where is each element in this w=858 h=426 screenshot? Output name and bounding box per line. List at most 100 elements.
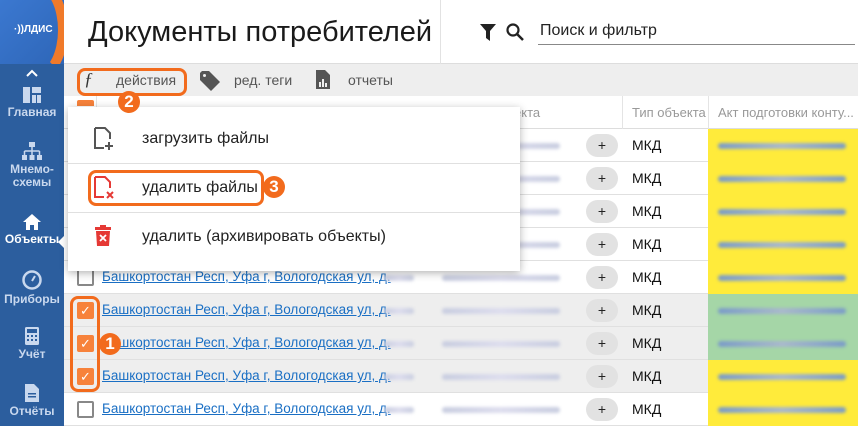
add-button[interactable]: +	[586, 365, 618, 388]
blurred-text	[442, 341, 560, 347]
row-checkbox[interactable]	[77, 269, 94, 286]
object-type: МКД	[632, 236, 662, 252]
add-button[interactable]: +	[586, 299, 618, 322]
act-cell	[708, 129, 858, 162]
blurred-link[interactable]	[718, 374, 846, 380]
menu-item-upload-files[interactable]: загрузить файлы	[68, 115, 520, 164]
object-type: МКД	[632, 335, 662, 351]
page-title: Документы потребителей	[88, 16, 433, 48]
menu-item-label: удалить (архивировать объекты)	[142, 228, 386, 245]
sidebar-item-label: Объекты	[4, 232, 60, 246]
header: Документы потребителей Поиск и фильтр	[64, 0, 858, 64]
blurred-text	[442, 374, 560, 380]
act-cell	[708, 327, 858, 360]
object-type: МКД	[632, 137, 662, 153]
blurred-link[interactable]	[718, 407, 846, 413]
document-icon	[25, 384, 39, 402]
address-link[interactable]: Башкортостан Респ, Уфа г, Вологодская ул…	[102, 401, 391, 416]
blurred-text	[442, 407, 560, 413]
add-button[interactable]: +	[586, 167, 618, 190]
address-link[interactable]: Башкортостан Респ, Уфа г, Вологодская ул…	[102, 335, 391, 350]
logo[interactable]: ·))ЛДИС	[0, 0, 64, 64]
table-row: Башкортостан Респ, Уфа г, Вологодская ул…	[64, 393, 858, 426]
sidebar-item-label: Учёт	[18, 347, 46, 361]
object-type: МКД	[632, 170, 662, 186]
row-checkbox[interactable]	[77, 401, 94, 418]
gauge-icon	[22, 270, 42, 290]
search-input[interactable]: Поиск и фильтр	[540, 22, 657, 40]
search-icon[interactable]	[506, 23, 524, 41]
address-link[interactable]: Башкортостан Респ, Уфа г, Вологодская ул…	[102, 302, 391, 317]
act-cell	[708, 360, 858, 393]
object-type: МКД	[632, 269, 662, 285]
callout-badge-2: 2	[118, 91, 140, 113]
object-type: МКД	[632, 302, 662, 318]
add-button[interactable]: +	[586, 134, 618, 157]
act-cell	[708, 228, 858, 261]
blurred-text	[384, 407, 414, 413]
sidebar-item-home[interactable]: Главная	[0, 87, 64, 119]
sidebar: ·))ЛДИС Главная Мнемо-схемы Объекты Приб…	[0, 0, 65, 426]
menu-item-label: загрузить файлы	[142, 130, 270, 147]
reports-button[interactable]: отчеты	[348, 72, 393, 88]
home-icon	[23, 214, 41, 230]
trash-icon	[95, 225, 111, 246]
blurred-link[interactable]	[718, 308, 846, 314]
add-button[interactable]: +	[586, 332, 618, 355]
divider	[440, 0, 441, 64]
sidebar-item-reports[interactable]: Отчёты	[0, 384, 64, 418]
sitemap-icon	[22, 142, 42, 160]
sidebar-item-label: Главная	[7, 105, 57, 119]
blurred-text	[442, 275, 560, 281]
blurred-link[interactable]	[718, 341, 846, 347]
act-cell	[708, 261, 858, 294]
blurred-link[interactable]	[718, 275, 846, 281]
sidebar-collapse-chevron-up-icon[interactable]	[0, 68, 64, 81]
menu-item-archive-objects[interactable]: удалить (архивировать объекты)	[68, 213, 520, 262]
blurred-link[interactable]	[718, 242, 846, 248]
act-cell	[708, 294, 858, 327]
search-underline	[538, 44, 855, 45]
add-button[interactable]: +	[586, 266, 618, 289]
filter-icon[interactable]	[480, 24, 496, 41]
calculator-icon	[25, 327, 39, 345]
object-type: МКД	[632, 368, 662, 384]
blurred-link[interactable]	[718, 209, 846, 215]
add-button[interactable]: +	[586, 200, 618, 223]
tag-icon[interactable]	[200, 71, 220, 91]
add-button[interactable]: +	[586, 398, 618, 421]
blurred-text	[384, 275, 414, 281]
column-header-act[interactable]: Акт подготовки конту...	[718, 105, 854, 120]
sidebar-item-accounting[interactable]: Учёт	[0, 327, 64, 361]
address-link[interactable]: Башкортостан Респ, Уфа г, Вологодская ул…	[102, 269, 391, 284]
sidebar-item-label: Мнемо-	[10, 162, 54, 176]
dashboard-icon	[23, 87, 41, 103]
act-cell	[708, 393, 858, 426]
sidebar-item-objects[interactable]: Объекты	[0, 214, 64, 246]
sidebar-item-devices[interactable]: Приборы	[0, 270, 64, 306]
select-all-checkbox[interactable]	[77, 100, 94, 106]
table-row: ✓ Башкортостан Респ, Уфа г, Вологодская …	[64, 294, 858, 327]
address-link[interactable]: Башкортостан Респ, Уфа г, Вологодская ул…	[102, 368, 391, 383]
edit-tags-button[interactable]: ред. теги	[234, 72, 292, 88]
act-cell	[708, 162, 858, 195]
table-row: ✓ Башкортостан Респ, Уфа г, Вологодская …	[64, 327, 858, 360]
add-button[interactable]: +	[586, 233, 618, 256]
callout-badge-3: 3	[263, 176, 285, 198]
blurred-text	[384, 374, 414, 380]
blurred-link[interactable]	[718, 143, 846, 149]
blurred-text	[442, 308, 560, 314]
sidebar-item-label-2: схемы	[12, 175, 52, 189]
report-icon[interactable]	[316, 70, 330, 89]
callout-box-checkboxes	[70, 296, 100, 392]
sidebar-item-mnemo[interactable]: Мнемо-схемы	[0, 142, 64, 189]
callout-badge-1: 1	[99, 333, 121, 355]
file-add-icon	[94, 127, 113, 150]
blurred-link[interactable]	[718, 176, 846, 182]
blurred-text	[384, 308, 414, 314]
act-cell	[708, 195, 858, 228]
blurred-text	[384, 341, 414, 347]
callout-box-delete-files	[88, 170, 264, 206]
sidebar-item-label: Отчёты	[9, 404, 55, 418]
column-header-type[interactable]: Тип объекта	[632, 105, 706, 120]
